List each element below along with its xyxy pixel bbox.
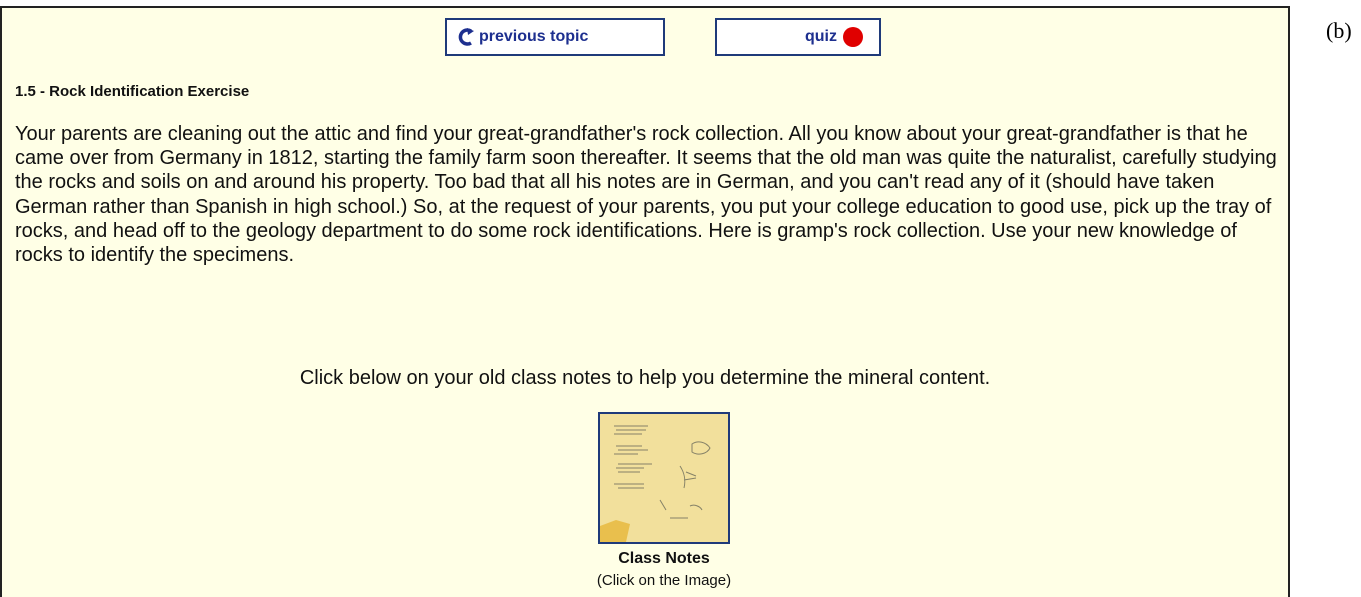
handwritten-notes-icon — [600, 414, 728, 542]
instruction-text: Click below on your old class notes to h… — [299, 367, 991, 389]
quiz-button[interactable]: quiz — [715, 18, 881, 56]
class-notes-hint: (Click on the Image) — [596, 572, 732, 589]
back-arrow-icon — [458, 28, 474, 46]
section-title: 1.5 - Rock Identification Exercise — [15, 83, 250, 100]
class-notes-caption: Class Notes — [618, 550, 710, 567]
previous-topic-button[interactable]: previous topic — [445, 18, 665, 56]
figure-label: (b) — [1326, 18, 1352, 43]
class-notes-image[interactable] — [598, 412, 730, 544]
red-dot-icon — [843, 27, 863, 47]
exercise-description: Your parents are cleaning out the attic … — [15, 123, 1277, 267]
previous-topic-label: previous topic — [479, 28, 589, 45]
quiz-label: quiz — [805, 28, 837, 45]
